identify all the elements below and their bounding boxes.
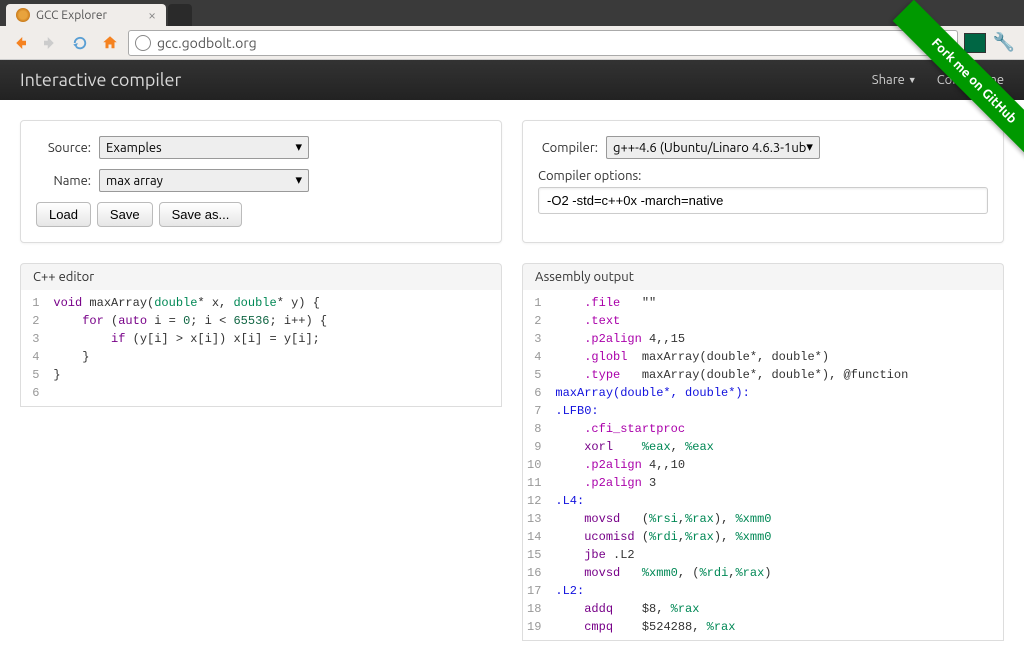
back-button[interactable] (8, 31, 32, 55)
chevron-down-icon: ▾ (295, 140, 302, 155)
forward-button[interactable] (38, 31, 62, 55)
saveas-button[interactable]: Save as... (159, 202, 243, 227)
browser-tab[interactable]: GCC Explorer × (6, 4, 166, 26)
save-button[interactable]: Save (97, 202, 153, 227)
chevron-down-icon: ▾ (806, 140, 813, 155)
cpp-header: C++ editor (20, 263, 502, 290)
name-label: Name: (36, 174, 91, 188)
source-select[interactable]: Examples▾ (99, 136, 309, 159)
name-select[interactable]: max array▾ (99, 169, 309, 192)
home-button[interactable] (98, 31, 122, 55)
browser-chrome: GCC Explorer × gcc.godbolt.org ☆ 🔧 (0, 0, 1024, 60)
asm-header: Assembly output (522, 263, 1004, 290)
favicon (16, 8, 30, 22)
globe-icon (135, 35, 151, 51)
share-dropdown[interactable]: Share▼ (872, 73, 917, 87)
cpp-editor-panel: C++ editor 1 2 3 4 5 6 void maxArray(dou… (20, 263, 502, 641)
tab-title: GCC Explorer (36, 9, 107, 22)
asm-output-panel: Assembly output 1 2 3 4 5 6 7 8 9 10 11 … (522, 263, 1004, 641)
caret-down-icon: ▼ (908, 75, 917, 85)
brand-title: Interactive compiler (20, 70, 181, 90)
browser-toolbar: gcc.godbolt.org ☆ 🔧 (0, 26, 1024, 60)
url-text: gcc.godbolt.org (157, 35, 257, 51)
asm-code-body: 1 2 3 4 5 6 7 8 9 10 11 12 13 14 15 16 1… (522, 290, 1004, 641)
close-tab-icon[interactable]: × (148, 7, 156, 23)
options-label: Compiler options: (538, 169, 988, 183)
compiler-label: Compiler: (538, 141, 598, 155)
load-button[interactable]: Load (36, 202, 91, 227)
compiler-select[interactable]: g++-4.6 (Ubuntu/Linaro 4.6.3-1ub▾ (606, 136, 820, 159)
source-panel: Source: Examples▾ Name: max array▾ Load … (20, 120, 502, 243)
asm-code: .file "" .text .p2align 4,,15 .globl max… (547, 290, 916, 640)
app-navbar: Interactive compiler Share▼ Contact me (0, 60, 1024, 100)
chevron-down-icon: ▾ (295, 173, 302, 188)
cpp-gutter: 1 2 3 4 5 6 (21, 290, 45, 406)
asm-gutter: 1 2 3 4 5 6 7 8 9 10 11 12 13 14 15 16 1… (523, 290, 547, 640)
extension-icon[interactable] (964, 33, 986, 53)
cpp-code-body[interactable]: 1 2 3 4 5 6 void maxArray(double* x, dou… (20, 290, 502, 407)
compiler-options-input[interactable] (538, 187, 988, 214)
reload-button[interactable] (68, 31, 92, 55)
compiler-panel: Compiler: g++-4.6 (Ubuntu/Linaro 4.6.3-1… (522, 120, 1004, 243)
tab-bar: GCC Explorer × (0, 0, 1024, 26)
source-label: Source: (36, 141, 91, 155)
cpp-code[interactable]: void maxArray(double* x, double* y) { fo… (45, 290, 335, 406)
wrench-menu-icon[interactable]: 🔧 (992, 31, 1016, 55)
new-tab-button[interactable] (168, 4, 192, 26)
url-bar[interactable]: gcc.godbolt.org ☆ (128, 30, 958, 56)
